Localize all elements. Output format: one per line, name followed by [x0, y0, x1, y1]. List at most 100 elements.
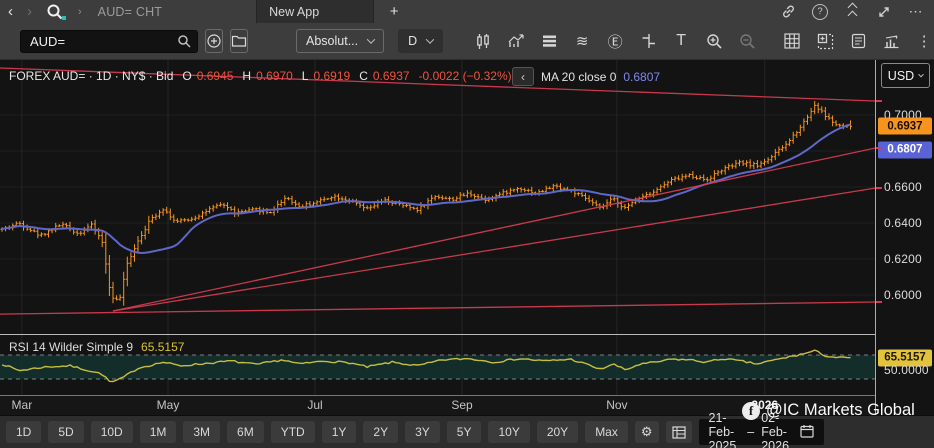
- calendar-icon[interactable]: [800, 424, 814, 441]
- layout-rows-icon[interactable]: [540, 30, 558, 52]
- range-button-10d[interactable]: 10D: [90, 421, 133, 443]
- price-tick-label: 0.6600: [884, 180, 922, 194]
- chart-style-icon[interactable]: [474, 30, 492, 52]
- time-axis-label: May: [156, 398, 180, 412]
- ohlc-legend[interactable]: FOREX AUD= · 1D · NY$ · Bid O 0.6945 H 0.6…: [9, 69, 512, 83]
- collapse-icon[interactable]: [844, 2, 860, 21]
- add-symbol-button[interactable]: [205, 29, 223, 53]
- range-settings-icon[interactable]: ⚙: [634, 421, 659, 443]
- currency-label: USD: [887, 68, 915, 83]
- chart-toolbar: Absolut... D ≋ Ⓔ T: [0, 23, 934, 60]
- expand-icon[interactable]: [876, 4, 892, 20]
- more-options-icon[interactable]: ⋯: [908, 3, 924, 20]
- price-tick-label: 0.6200: [884, 252, 922, 266]
- time-axis-label: Sep: [451, 398, 473, 412]
- range-button-6m[interactable]: 6M: [227, 421, 264, 443]
- tab-new-app[interactable]: New App: [256, 0, 375, 23]
- range-button-3y[interactable]: 3Y: [405, 421, 440, 443]
- add-pane-icon[interactable]: [816, 30, 834, 52]
- trend-line-axis-tick: [876, 187, 882, 190]
- range-buttons: 1D 5D 10D 1M 3M 6M YTD 1Y 2Y 3Y 5Y 10Y 20Y Max: [6, 421, 635, 443]
- close-value: 0.6937: [372, 69, 410, 83]
- price-axis[interactable]: USD 0.7000 0.6600 0.6400 0.6200 0.6000 0.6937…: [875, 60, 934, 415]
- grid-layout-icon[interactable]: [783, 30, 801, 52]
- nav-group: ‹ › › AUD= CHT: [0, 3, 172, 21]
- range-button-1m[interactable]: 1M: [139, 421, 177, 443]
- rsi-label: RSI 14 Wilder Simple 9: [9, 340, 134, 354]
- search-status-dot: [62, 15, 66, 20]
- price-pane[interactable]: [0, 60, 875, 334]
- trend-line-axis-tick: [876, 99, 882, 102]
- trend-line-axis-tick: [876, 301, 882, 304]
- rsi-legend[interactable]: RSI 14 Wilder Simple 9 65.5157: [9, 340, 184, 354]
- titlebar: ‹ › › AUD= CHT New App + ? ⋯: [0, 0, 934, 23]
- currency-selector[interactable]: USD: [881, 63, 930, 88]
- high-value: 0.6970: [256, 69, 293, 83]
- zoom-in-icon[interactable]: [705, 30, 723, 52]
- date-range-picker[interactable]: 21-Feb-2025 – 02-Feb-2026: [698, 411, 824, 448]
- change-value: -0.0022 (−0.32%): [418, 69, 512, 83]
- back-icon[interactable]: ‹: [8, 4, 13, 19]
- symbol-search-input[interactable]: [20, 29, 198, 53]
- layout-grid-icon[interactable]: [665, 421, 692, 443]
- date-from: 21-Feb-2025: [708, 411, 737, 448]
- forward-icon[interactable]: ›: [27, 4, 32, 19]
- range-button-1y[interactable]: 1Y: [321, 421, 357, 443]
- help-icon[interactable]: ?: [812, 3, 828, 20]
- news-icon[interactable]: [849, 30, 867, 52]
- ma-legend: ‹ MA 20 close 0 0.6807: [512, 67, 660, 86]
- add-tab-button[interactable]: +: [374, 3, 414, 20]
- low-label: L: [301, 69, 309, 83]
- titlebar-right-icons: ? ⋯: [780, 2, 934, 21]
- trend-line: [112, 147, 875, 312]
- tool-icons: ≋ Ⓔ T ⋮ ⚙: [474, 29, 934, 53]
- folder-button[interactable]: [230, 29, 248, 53]
- time-axis[interactable]: Mar May Jul Sep Nov 2026: [0, 396, 875, 415]
- price-tick-label: 0.6400: [884, 216, 922, 230]
- legend-collapse-button[interactable]: ‹: [512, 67, 534, 86]
- open-value: 0.6945: [196, 69, 234, 83]
- zoom-out-icon[interactable]: [738, 30, 756, 52]
- trading-app-window: ‹ › › AUD= CHT New App + ? ⋯ AUD= Absolu…: [0, 0, 934, 448]
- waves-indicator-icon[interactable]: ≋: [573, 30, 591, 52]
- time-axis-label: Mar: [11, 398, 33, 412]
- range-button-5d[interactable]: 5D: [48, 421, 84, 443]
- range-button-5y[interactable]: 5Y: [446, 421, 482, 443]
- chevron-down-icon: [918, 71, 925, 77]
- compare-overlay-icon[interactable]: [639, 30, 657, 52]
- range-button-20y[interactable]: 20Y: [536, 421, 579, 443]
- rsi-mid-label: 50.0000: [884, 363, 929, 377]
- ma-value: 0.6807: [623, 69, 661, 84]
- more-tools-icon[interactable]: ⋮: [915, 30, 933, 52]
- chevron-down-icon: [425, 35, 435, 44]
- link-channel-icon[interactable]: [780, 4, 796, 20]
- scale-dropdown[interactable]: Absolut...: [296, 29, 385, 53]
- close-label: C: [359, 69, 368, 83]
- events-icon[interactable]: Ⓔ: [606, 30, 624, 52]
- candlesticks: [0, 101, 852, 306]
- trend-line-axis-tick: [876, 147, 882, 150]
- interval-dropdown[interactable]: D: [398, 29, 444, 53]
- range-button-max[interactable]: Max: [585, 421, 628, 443]
- interval-dropdown-label: D: [408, 34, 418, 48]
- chevron-down-icon: [366, 35, 376, 44]
- range-button-2y[interactable]: 2Y: [363, 421, 399, 443]
- scale-dropdown-label: Absolut...: [306, 34, 359, 48]
- rsi-value: 65.5157: [141, 340, 185, 354]
- search-icon[interactable]: [46, 3, 66, 21]
- time-axis-label: Jul: [307, 398, 323, 412]
- text-tool-icon[interactable]: T: [672, 30, 690, 52]
- time-axis-label: Nov: [606, 398, 628, 412]
- active-app-label: AUD= CHT: [97, 4, 163, 19]
- performance-icon[interactable]: [882, 30, 900, 52]
- date-separator: –: [747, 425, 755, 439]
- chart-area: FOREX AUD= · 1D · NY$ · Bid O 0.6945 H 0.6…: [0, 60, 934, 448]
- symbol-search-wrap: [20, 29, 198, 53]
- range-button-10y[interactable]: 10Y: [488, 421, 530, 443]
- range-button-1d[interactable]: 1D: [6, 421, 42, 443]
- ma-label: MA 20 close 0: [541, 69, 617, 84]
- range-button-3m[interactable]: 3M: [183, 421, 221, 443]
- indicators-icon[interactable]: [507, 30, 525, 52]
- last-price-badge: 0.6937: [878, 117, 932, 135]
- range-button-ytd[interactable]: YTD: [270, 421, 315, 443]
